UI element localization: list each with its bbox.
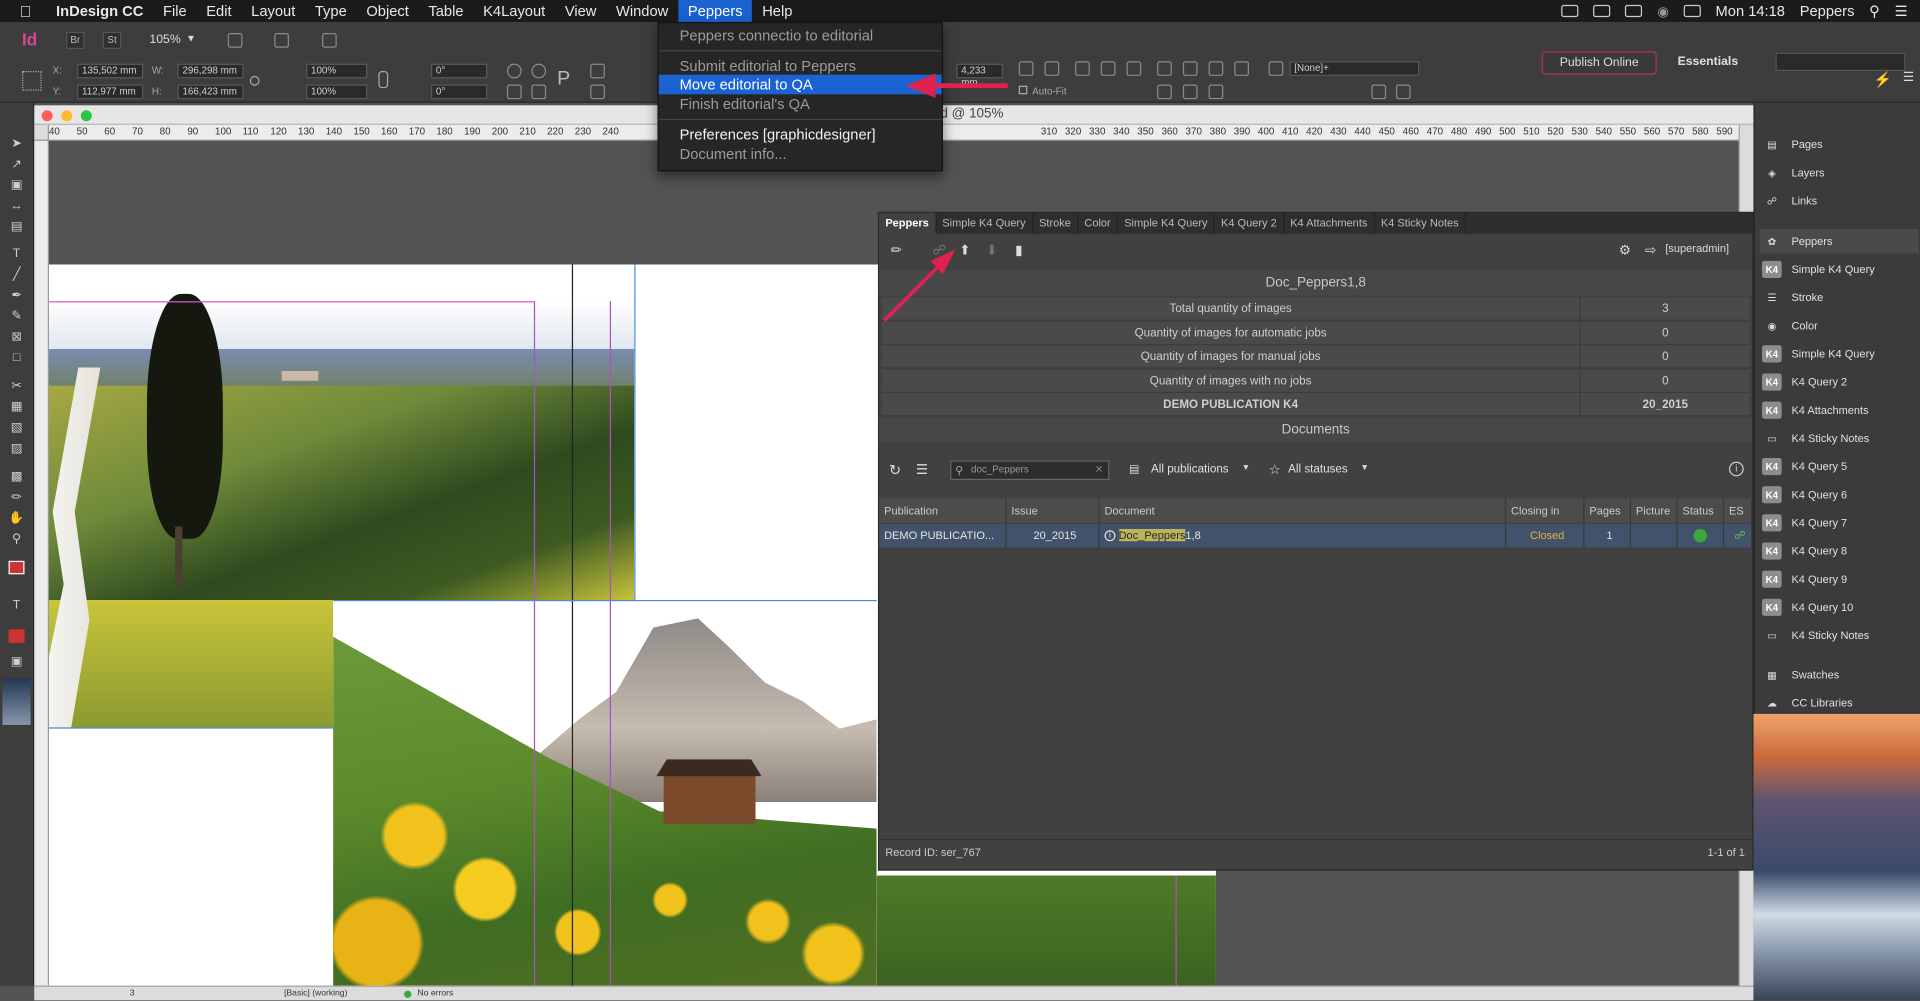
arrow-to-menu-item xyxy=(906,73,1008,98)
annotation-overlay xyxy=(882,73,1008,323)
arrow-to-upload-button xyxy=(882,249,956,323)
